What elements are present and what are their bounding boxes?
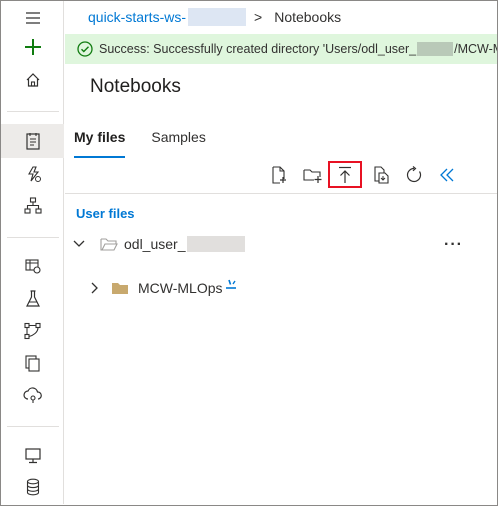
root-folder-name: odl_user_ bbox=[124, 236, 186, 252]
designer-icon[interactable] bbox=[1, 189, 64, 223]
page-title: Notebooks bbox=[90, 76, 181, 97]
user-files-label: User files bbox=[76, 206, 135, 221]
tree-row-root[interactable]: odl_user_ bbox=[72, 233, 245, 255]
left-nav-rail bbox=[1, 1, 64, 504]
tree-row-mcw-mlops[interactable]: MCW-MLOps bbox=[88, 277, 238, 299]
chevron-right-icon[interactable] bbox=[88, 282, 102, 294]
copy-path-icon[interactable] bbox=[368, 162, 394, 188]
toolbar-divider bbox=[65, 193, 497, 194]
breadcrumb: quick-starts-ws- > Notebooks bbox=[88, 8, 341, 26]
redacted-text bbox=[417, 42, 454, 57]
more-options-icon[interactable]: ··· bbox=[444, 236, 463, 254]
folder-icon bbox=[112, 282, 128, 294]
redacted-text bbox=[186, 236, 245, 252]
tab-my-files[interactable]: My files bbox=[74, 128, 126, 158]
endpoints-icon[interactable] bbox=[1, 378, 64, 412]
file-tabs: My files Samples bbox=[74, 128, 206, 158]
success-check-icon bbox=[77, 41, 93, 57]
datasets-icon[interactable] bbox=[1, 249, 64, 283]
pipelines-icon[interactable] bbox=[1, 314, 64, 348]
breadcrumb-current: Notebooks bbox=[274, 9, 342, 25]
tab-samples[interactable]: Samples bbox=[151, 128, 205, 158]
file-toolbar bbox=[0, 162, 498, 188]
refresh-icon[interactable] bbox=[401, 162, 427, 188]
models-icon[interactable] bbox=[1, 346, 64, 380]
new-file-icon[interactable] bbox=[266, 162, 292, 188]
collapse-icon[interactable] bbox=[434, 162, 460, 188]
datastores-icon[interactable] bbox=[1, 470, 64, 504]
open-folder-icon bbox=[100, 237, 118, 251]
chevron-down-icon[interactable] bbox=[72, 240, 86, 248]
plus-icon[interactable] bbox=[1, 30, 64, 64]
folder-name: MCW-MLOps bbox=[138, 280, 223, 296]
new-folder-icon[interactable] bbox=[300, 162, 326, 188]
experiments-icon[interactable] bbox=[1, 282, 64, 316]
redacted-text bbox=[188, 8, 247, 26]
breadcrumb-workspace-link[interactable]: quick-starts-ws- bbox=[88, 9, 186, 25]
banner-message: Success: Successfully created directory … bbox=[99, 41, 497, 57]
success-banner: Success: Successfully created directory … bbox=[65, 34, 497, 64]
home-icon[interactable] bbox=[1, 63, 64, 97]
notebooks-icon[interactable] bbox=[1, 124, 64, 158]
compute-icon[interactable] bbox=[1, 438, 64, 472]
loading-spinner-icon bbox=[224, 278, 238, 292]
upload-highlight-box bbox=[328, 161, 362, 188]
breadcrumb-separator: > bbox=[254, 9, 263, 25]
